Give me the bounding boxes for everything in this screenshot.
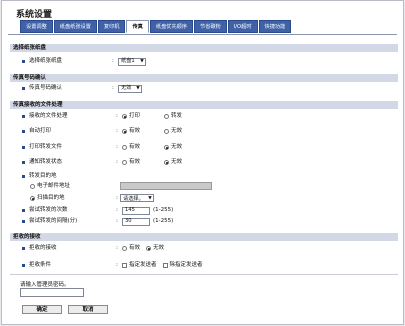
tab-toner-save[interactable]: 节省碳粉 [194,20,227,33]
ok-button[interactable]: 确定 [22,305,62,314]
scan-destination-select[interactable]: 请选择。 ▼ [120,194,154,202]
bullet-icon [22,209,25,212]
retry-count-input[interactable]: 145 [122,206,150,215]
radio-reject-disable[interactable] [146,246,152,251]
chevron-down-icon: ▼ [140,59,144,64]
row-label: 选择纸张纸盘 [29,58,63,64]
bullet-icon [22,161,25,164]
section-header-fax-number: 传真号码确认 [10,74,398,82]
admin-password-input[interactable] [20,288,84,297]
page-title: 系统设置 [16,10,53,20]
radio-print-forwarded-disable[interactable] [164,145,170,150]
row-auto-print: 自动打印 : 有效 无效 [22,127,392,136]
radio-reject-enable[interactable] [122,246,127,251]
bullet-icon [22,87,25,90]
fax-number-confirm-select[interactable]: 无效 ▼ [118,84,142,93]
row-label: 传真号码确认 [29,85,63,91]
row-print-forwarded: 打印转发文件 : 有效 无效 [22,143,392,152]
tab-bar: 设置调整 纸盘纸张设置 复印机 传真 纸盘优先顺序 节省碳粉 I/O超时 快捷功… [20,20,292,34]
radio-notify-enable[interactable] [122,160,127,165]
row-received-file-handling: 接收的文件处理 : 打印 转发 [22,112,392,121]
bullet-icon [22,220,25,223]
tray-select[interactable]: 纸盘1 ▼ [118,57,146,66]
radio-scan-destination[interactable] [30,196,35,201]
retry-interval-input[interactable]: 30 [122,217,150,226]
section-header-tray: 选择纸张纸盘 [10,44,398,52]
tab-shortcut[interactable]: 快捷功能 [258,20,292,33]
checkbox-except-specified-sender[interactable] [162,263,168,268]
tab-settings-adjust[interactable]: 设置调整 [20,20,53,33]
checkbox-specified-sender[interactable] [122,263,127,268]
email-address-field[interactable] [120,182,212,190]
bullet-icon [22,130,25,133]
radio-print[interactable] [122,114,127,119]
tab-io-timeout[interactable]: I/O超时 [227,20,258,33]
chevron-down-icon: ▼ [136,86,140,91]
section-header-reject: 拒收的接收 [10,233,398,241]
chevron-down-icon: ▼ [148,195,152,201]
row-retry-interval: 尝试转发的间隔(分) : 30 (1-255) [22,217,392,226]
bullet-icon [22,146,25,149]
bullet-icon [22,264,25,267]
row-reject-condition: 拒收条件 : 指定发送者 除指定发送者 [22,261,392,270]
row-notify-forward-status: 通知转发状态 : 有效 无效 [22,158,392,167]
tab-divider [8,34,397,35]
tab-copier[interactable]: 复印机 [97,20,126,33]
radio-forward[interactable] [164,114,170,119]
radio-email-address[interactable] [30,184,35,189]
tab-tray-priority[interactable]: 纸盘优先顺序 [149,20,194,33]
bullet-icon [22,115,25,118]
footer-divider [10,274,398,275]
bullet-icon [22,247,25,250]
section-header-received-file: 传真接收的文件处理 [10,101,398,109]
admin-password-label: 请输入管理员密码。 [20,282,70,288]
row-retry-count: 尝试转发的次数 : 145 (1-255) [22,206,392,215]
row-forward-destination: 转发目的地 [22,172,392,181]
bullet-icon [22,60,25,63]
radio-auto-print-disable[interactable] [164,129,170,134]
radio-auto-print-enable[interactable] [122,129,127,134]
row-reject-receive: 拒收的接收 : 有效 无效 [22,244,392,253]
row-fax-number: 传真号码确认 : 无效 ▼ [22,84,392,93]
tab-tray-paper[interactable]: 纸盘纸张设置 [53,20,97,33]
radio-print-forwarded-enable[interactable] [122,145,127,150]
bullet-icon [22,175,25,178]
row-scan-destination: 扫描目的地 [30,194,65,203]
row-tray: 选择纸张纸盘 : 纸盘1 ▼ [22,57,392,66]
radio-notify-disable[interactable] [164,160,170,165]
tab-fax[interactable]: 传真 [126,20,149,33]
row-email-address: 电子邮件地址 [30,182,70,191]
cancel-button[interactable]: 取消 [68,305,108,314]
settings-window: 系统设置 设置调整 纸盘纸张设置 复印机 传真 纸盘优先顺序 节省碳粉 I/O超… [1,0,404,325]
